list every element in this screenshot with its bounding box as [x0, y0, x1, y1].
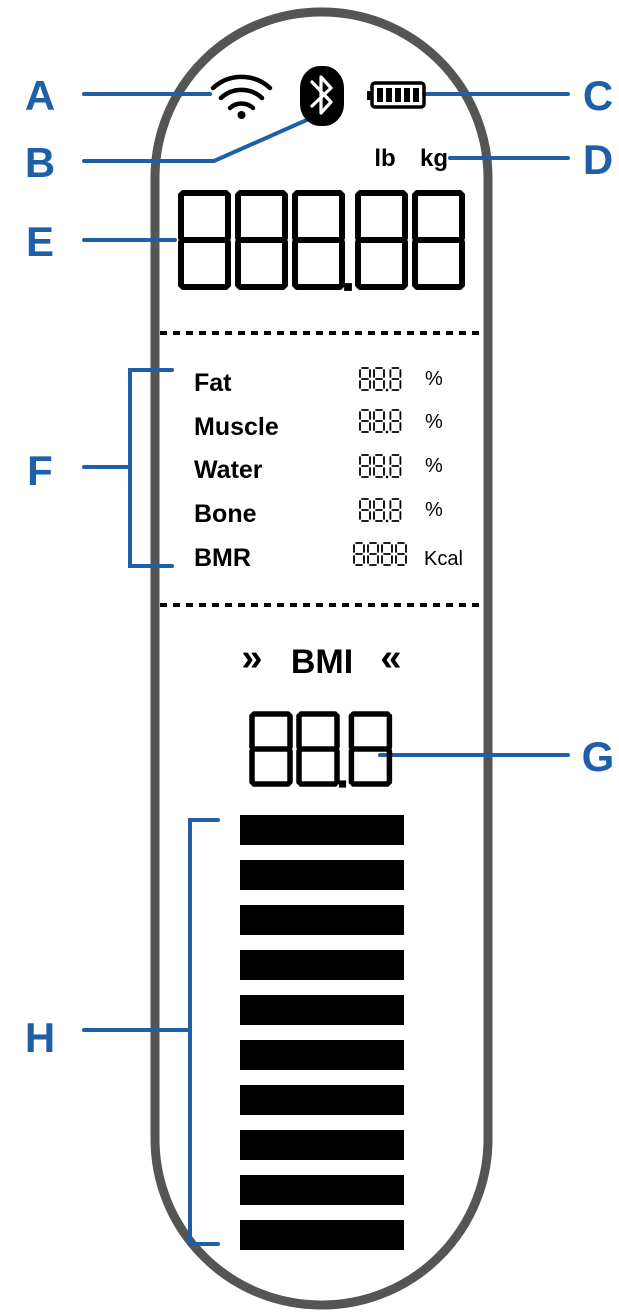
bmi-value-digit-1 [296, 711, 340, 787]
metric-value-digit-3 [395, 542, 407, 566]
metric-label: BMR [194, 544, 251, 572]
bmi-chevron-left: » [241, 637, 262, 679]
bmi-readout [249, 711, 393, 788]
metric-unit: Kcal [424, 548, 463, 570]
bmi-bar-segment [240, 905, 404, 935]
metric-unit: % [425, 499, 443, 521]
metric-value-digit-0 [359, 409, 371, 433]
bmi-bar-segment [240, 1220, 404, 1250]
metric-value-digit-0 [359, 367, 371, 391]
bmi-bar-segment [240, 950, 404, 980]
wifi-icon [210, 74, 273, 119]
metric-value-digits [353, 542, 407, 566]
metric-value-digits [359, 454, 402, 479]
metric-unit: % [425, 411, 443, 433]
callout-bracket-h [188, 818, 220, 1246]
metric-label: Water [194, 456, 263, 484]
metric-value-digit-2 [389, 367, 402, 391]
metric-value-digit-0 [359, 498, 371, 522]
metric-row-bmr: BMR Kcal [194, 542, 463, 572]
metric-value-digit-2 [389, 409, 402, 433]
metric-value-digit-1 [367, 542, 379, 566]
bmi-bar-segment [240, 995, 404, 1025]
callout-label-h: H [25, 1014, 55, 1061]
scale-display-diagram: A B C D E F G H lb kg Fat % Muscle % Wat… [25, 7, 615, 1310]
bmi-value-decimal-point [338, 780, 347, 788]
main-weight-readout [178, 190, 465, 291]
bmi-bar-segment [240, 1175, 404, 1205]
bmi-chevron-right: « [380, 637, 401, 679]
metric-value-digit-1 [373, 454, 385, 478]
metric-row-fat: Fat % [194, 367, 443, 397]
unit-kg: kg [420, 145, 448, 172]
metric-value-digit-1 [373, 498, 385, 522]
metric-value-digits [359, 409, 402, 434]
metric-value-digits [359, 367, 402, 392]
metric-row-water: Water % [194, 454, 443, 484]
metric-value-digit-2 [381, 542, 393, 566]
metric-row-muscle: Muscle % [194, 409, 443, 441]
callout-label-e: E [26, 218, 54, 265]
metric-value-decimal-point [385, 519, 389, 523]
metric-unit: % [425, 368, 443, 390]
main-weight-digit-4 [412, 190, 465, 290]
bluetooth-icon [300, 66, 344, 126]
metric-value-decimal-point [385, 475, 389, 479]
unit-lb: lb [374, 145, 395, 172]
metric-unit: % [425, 455, 443, 477]
bmi-value-digit-0 [249, 711, 293, 787]
metric-value-digit-2 [389, 498, 402, 522]
callout-label-d: D [583, 136, 613, 183]
metric-value-digit-2 [389, 454, 402, 478]
bmi-title: BMI [291, 643, 353, 681]
main-weight-digit-2 [292, 190, 345, 290]
metric-value-digits [359, 498, 402, 523]
bmi-bar-segment [240, 1085, 404, 1115]
callout-line-b [82, 113, 320, 163]
metric-value-digit-1 [373, 409, 385, 433]
callout-label-c: C [583, 72, 613, 119]
metric-label: Fat [194, 369, 232, 397]
bmi-bar-segment [240, 1040, 404, 1070]
metric-label: Muscle [194, 413, 279, 441]
bmi-value-digit-2 [348, 711, 393, 787]
metric-value-digit-1 [373, 367, 385, 391]
callout-label-b: B [25, 139, 55, 186]
main-weight-digit-3 [355, 190, 408, 290]
metric-label: Bone [194, 500, 257, 528]
main-weight-digit-1 [235, 190, 288, 290]
bmi-bar-gauge [240, 815, 404, 1250]
bmi-bar-segment [240, 860, 404, 890]
main-weight-digit-0 [178, 190, 231, 290]
callout-label-a: A [25, 72, 55, 119]
callout-label-g: G [582, 733, 615, 780]
main-weight-decimal-point [344, 283, 352, 291]
bmi-bar-segment [240, 815, 404, 845]
metric-value-decimal-point [385, 430, 389, 434]
metric-value-decimal-point [385, 388, 389, 392]
metric-value-digit-0 [353, 542, 365, 566]
callout-label-f: F [27, 447, 53, 494]
metric-value-digit-0 [359, 454, 371, 478]
battery-icon [367, 81, 426, 109]
bmi-bar-segment [240, 1130, 404, 1160]
metric-row-bone: Bone % [194, 498, 443, 528]
